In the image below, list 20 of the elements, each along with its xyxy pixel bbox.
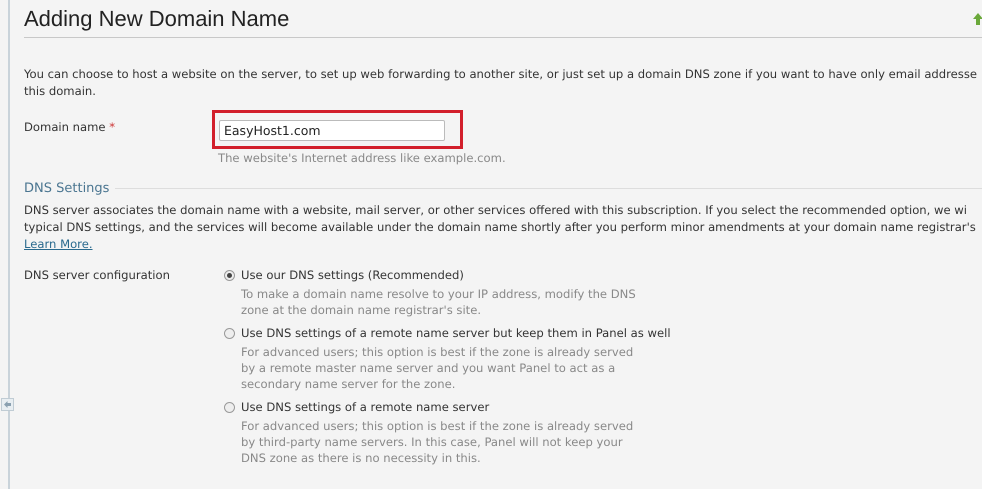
radio-button[interactable] bbox=[224, 270, 235, 280]
collapse-arrow-icon[interactable] bbox=[1, 398, 14, 411]
section-description: DNS server associates the domain name with a website, mail server, or other services offered with this subscription. If you select the recommended option, we wi typical DNS settings, and the services will become available under the domain name shortly after you perform minor amendments at your domain name registrar's bbox=[24, 202, 977, 236]
radio-button[interactable] bbox=[224, 402, 235, 412]
field-label: Domain name * bbox=[24, 119, 116, 136]
learn-more-link[interactable]: Learn More. bbox=[24, 236, 93, 253]
option-description: To make a domain name resolve to your IP address, modify the DNS zone at the domain name registrar's site. bbox=[240, 286, 637, 318]
domain-input-field[interactable]: EasyHost1.com bbox=[219, 120, 445, 141]
option-label[interactable]: Use our DNS settings (Recommended) bbox=[241, 268, 464, 282]
option-description: For advanced users; this option is best if the zone is already served by third-party name servers. In this case, Panel will not keep your DNS zone as there is no necessity in this. bbox=[240, 418, 634, 466]
field-hint: The website's Internet address like example.com. bbox=[217, 151, 506, 165]
config-label: DNS server configuration bbox=[24, 268, 171, 284]
option-label[interactable]: Use DNS settings of a remote name server bbox=[241, 400, 490, 414]
intro-text: You can choose to host a website on the server, to set up web forwarding to another site, or just set up a domain DNS zone if you want to have only email addresse this domain. bbox=[24, 66, 978, 100]
option-label[interactable]: Use DNS settings of a remote name server but keep them in Panel as well bbox=[241, 326, 671, 340]
up-arrow-icon[interactable] bbox=[972, 12, 982, 26]
page-title: Adding New Domain Name bbox=[24, 6, 290, 32]
radio-button[interactable] bbox=[224, 328, 235, 338]
option-description: For advanced users; this option is best if the zone is already served by a remote master name server and you want Panel to act as a secondary name server for the zone. bbox=[240, 344, 634, 392]
section-title: DNS Settings bbox=[24, 181, 110, 196]
